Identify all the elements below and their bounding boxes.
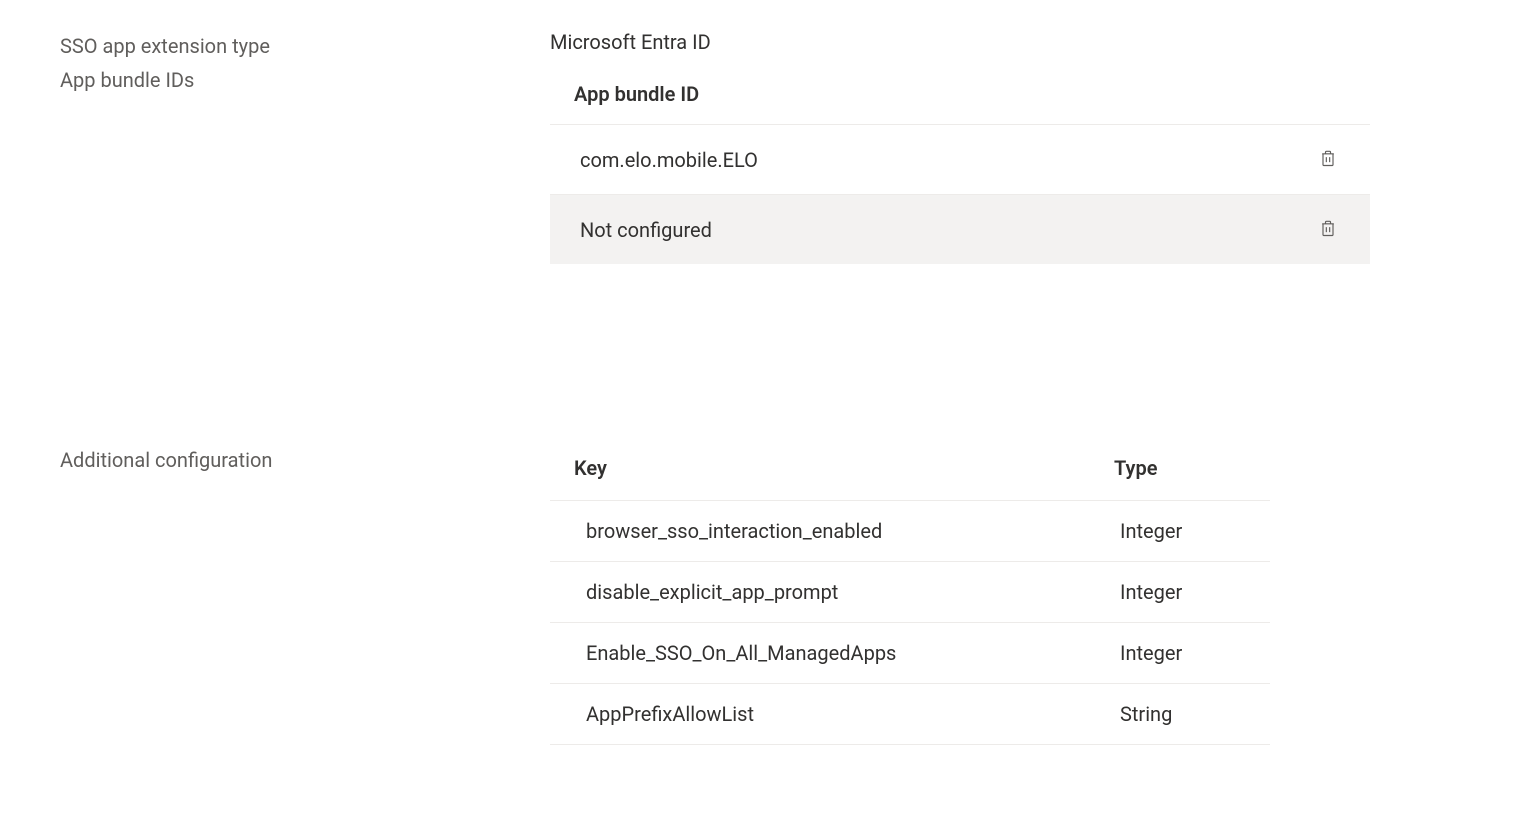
app-bundle-id-table: App bundle ID com.elo.mobile.ELO [550,64,1370,264]
app-bundle-id-header: App bundle ID [550,64,1370,125]
config-type: Integer [1090,562,1270,623]
config-type: Integer [1090,501,1270,562]
table-row[interactable]: AppPrefixAllowList String [550,684,1270,745]
delete-bundle-button[interactable] [1314,213,1342,246]
config-key: AppPrefixAllowList [550,684,1090,745]
bundle-id-value: com.elo.mobile.ELO [580,148,758,172]
delete-bundle-button[interactable] [1314,143,1342,176]
additional-config-row: Additional configuration Key Type browse… [60,444,1458,745]
config-type: String [1090,684,1270,745]
trash-icon [1318,147,1338,172]
additional-config-table: Key Type browser_sso_interaction_enabled… [550,444,1270,745]
bundle-id-value: Not configured [580,218,712,242]
sso-extension-type-row: SSO app extension type Microsoft Entra I… [60,30,1458,58]
config-key: browser_sso_interaction_enabled [550,501,1090,562]
table-row[interactable]: disable_explicit_app_prompt Integer [550,562,1270,623]
config-type: Integer [1090,623,1270,684]
app-bundle-ids-label: App bundle IDs [60,64,550,92]
config-header-key: Key [550,444,1090,501]
table-row[interactable]: browser_sso_interaction_enabled Integer [550,501,1270,562]
bundle-row[interactable]: Not configured [550,195,1370,264]
sso-extension-type-label: SSO app extension type [60,30,550,58]
table-row[interactable]: Enable_SSO_On_All_ManagedApps Integer [550,623,1270,684]
sso-extension-type-value: Microsoft Entra ID [550,30,1458,54]
config-key: Enable_SSO_On_All_ManagedApps [550,623,1090,684]
additional-config-label: Additional configuration [60,444,550,472]
bundle-row[interactable]: com.elo.mobile.ELO [550,125,1370,195]
app-bundle-ids-row: App bundle IDs App bundle ID com.elo.mob… [60,64,1458,264]
config-header-type: Type [1090,444,1270,501]
trash-icon [1318,217,1338,242]
config-key: disable_explicit_app_prompt [550,562,1090,623]
